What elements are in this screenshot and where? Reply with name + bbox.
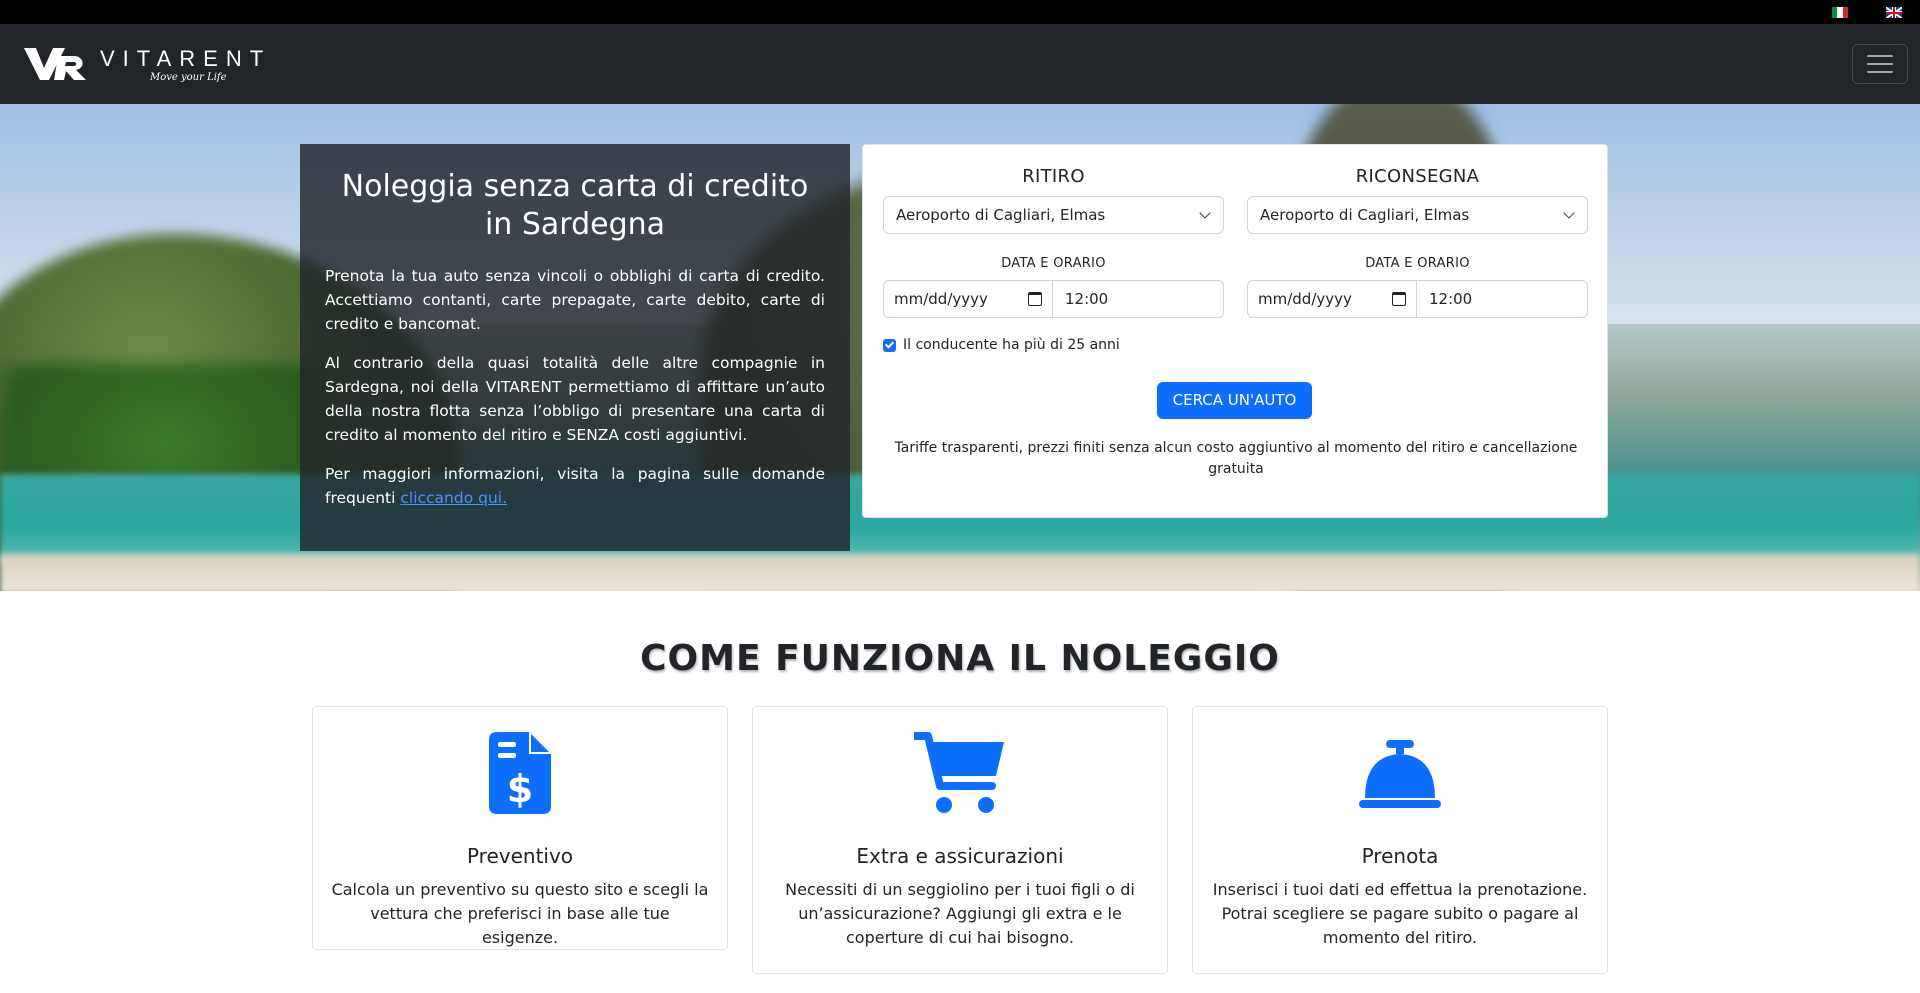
- flag-italy-icon[interactable]: [1832, 7, 1848, 18]
- step-text: Calcola un preventivo su questo sito e s…: [331, 880, 709, 947]
- pickup-heading: RITIRO: [1022, 166, 1085, 187]
- vr-logo-icon: [24, 48, 86, 80]
- menu-toggle-button[interactable]: [1852, 44, 1908, 84]
- age-checkbox-label[interactable]: Il conducente ha più di 25 anni: [903, 337, 1120, 353]
- dropoff-column: RICONSEGNA Aeroporto di Cagliari, Elmas …: [1247, 145, 1588, 318]
- pickup-datetime-label: DATA E ORARIO: [1001, 256, 1106, 271]
- hero-paragraph-1: Prenota la tua auto senza vincoli o obbl…: [325, 267, 825, 333]
- pickup-date-input[interactable]: mm/dd/yyyy: [883, 280, 1053, 318]
- dropoff-datetime-label: DATA E ORARIO: [1365, 256, 1470, 271]
- hero-paragraph-3: Per maggiori informazioni, visita la pag…: [325, 465, 825, 507]
- dropoff-date-input[interactable]: mm/dd/yyyy: [1247, 280, 1417, 318]
- pickup-column: RITIRO Aeroporto di Cagliari, Elmas DATA…: [883, 145, 1224, 318]
- pickup-time-input[interactable]: 12:00: [1053, 280, 1224, 318]
- brand-tagline: Move your Life: [150, 72, 227, 83]
- faq-link[interactable]: cliccando qui.: [400, 489, 507, 507]
- step-title: Preventivo: [466, 844, 574, 868]
- step-card-extras: Extra e assicurazioni Necessiti di un se…: [752, 706, 1168, 974]
- calendar-icon[interactable]: [1028, 292, 1042, 306]
- dropoff-heading: RICONSEGNA: [1355, 166, 1480, 187]
- invoice-dollar-icon: $: [489, 732, 551, 814]
- how-it-works-title: COME FUNZIONA IL NOLEGGIO: [640, 638, 1280, 679]
- brand-logo[interactable]: VITARENT Move your Life: [22, 42, 271, 92]
- hero-paragraph-2: Al contrario della quasi totalità delle …: [325, 354, 825, 444]
- step-text: Inserisci i tuoi dati ed effettua la pre…: [1212, 880, 1588, 947]
- age-checkbox[interactable]: [883, 338, 896, 352]
- step-title: Prenota: [1361, 844, 1439, 868]
- age-check-row: Il conducente ha più di 25 anni: [883, 337, 1120, 353]
- flag-uk-icon[interactable]: [1886, 7, 1902, 18]
- hero-title: Noleggia senza carta di credito in Sarde…: [341, 169, 809, 242]
- hamburger-icon: [1867, 55, 1893, 57]
- step-card-quote: $ Preventivo Calcola un preventivo su qu…: [312, 706, 728, 950]
- step-text: Necessiti di un seggiolino per i tuoi fi…: [785, 880, 1135, 947]
- svg-text:$: $: [507, 767, 533, 811]
- shopping-cart-icon: [914, 732, 1004, 813]
- chevron-down-icon: [1199, 207, 1211, 219]
- booking-form: RITIRO Aeroporto di Cagliari, Elmas DATA…: [862, 144, 1608, 518]
- pricing-note: Tariffe trasparenti, prezzi finiti senza…: [894, 440, 1578, 477]
- calendar-icon[interactable]: [1392, 292, 1406, 306]
- service-bell-icon: [1359, 740, 1441, 808]
- search-car-button[interactable]: CERCA UN'AUTO: [1157, 382, 1312, 419]
- navbar: VITARENT Move your Life: [0, 24, 1920, 104]
- step-card-book: Prenota Inserisci i tuoi dati ed effettu…: [1192, 706, 1608, 974]
- hero-info-panel: Noleggia senza carta di credito in Sarde…: [300, 144, 850, 551]
- step-title: Extra e assicurazioni: [856, 844, 1064, 868]
- dropoff-location-select[interactable]: Aeroporto di Cagliari, Elmas: [1247, 196, 1588, 234]
- chevron-down-icon: [1563, 207, 1575, 219]
- dropoff-time-input[interactable]: 12:00: [1417, 280, 1588, 318]
- pickup-location-select[interactable]: Aeroporto di Cagliari, Elmas: [883, 196, 1224, 234]
- language-bar: [0, 0, 1920, 24]
- brand-name: VITARENT: [100, 46, 272, 71]
